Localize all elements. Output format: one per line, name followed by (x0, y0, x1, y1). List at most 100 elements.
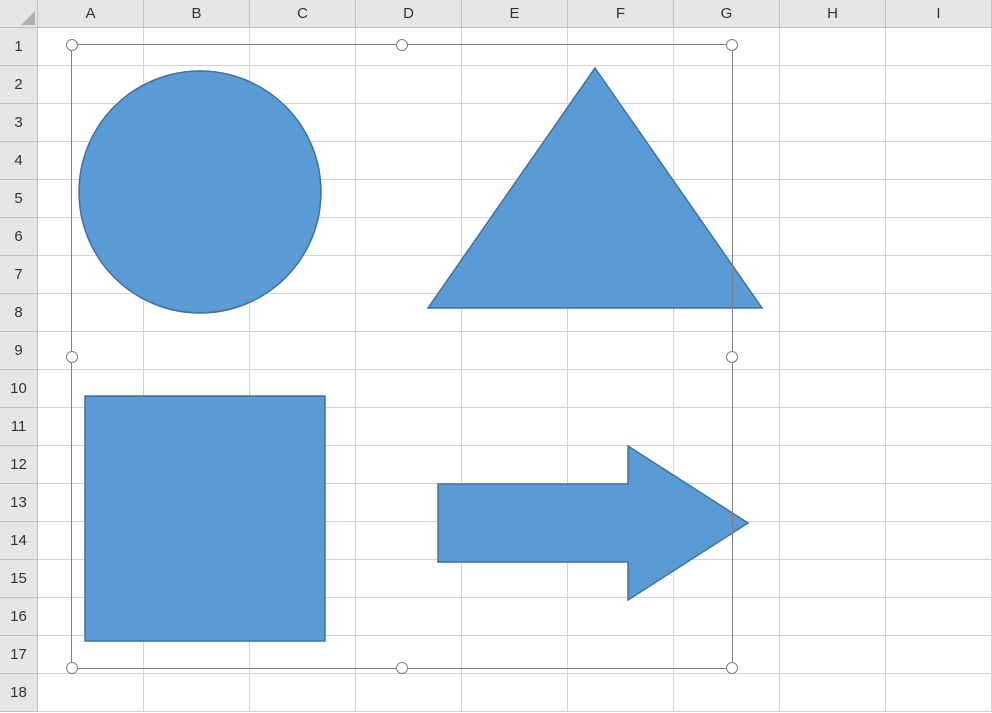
cell[interactable] (38, 636, 144, 674)
cell[interactable] (356, 408, 462, 446)
cell[interactable] (568, 674, 674, 712)
cell[interactable] (568, 66, 674, 104)
cell[interactable] (674, 66, 780, 104)
cell[interactable] (356, 142, 462, 180)
cell[interactable] (462, 180, 568, 218)
cell[interactable] (38, 66, 144, 104)
cell[interactable] (674, 142, 780, 180)
cell[interactable] (356, 636, 462, 674)
cell[interactable] (356, 66, 462, 104)
cell[interactable] (144, 180, 250, 218)
cell[interactable] (38, 28, 144, 66)
cell[interactable] (38, 332, 144, 370)
cell[interactable] (356, 446, 462, 484)
cell[interactable] (886, 66, 992, 104)
cell[interactable] (674, 180, 780, 218)
row-header-6[interactable]: 6 (0, 218, 38, 256)
column-header-b[interactable]: B (144, 0, 250, 28)
cell[interactable] (144, 256, 250, 294)
cell[interactable] (780, 294, 886, 332)
cell[interactable] (356, 484, 462, 522)
cell[interactable] (250, 104, 356, 142)
cell[interactable] (780, 522, 886, 560)
cell[interactable] (568, 446, 674, 484)
cell[interactable] (250, 66, 356, 104)
cell[interactable] (250, 636, 356, 674)
cell[interactable] (462, 370, 568, 408)
cell[interactable] (38, 294, 144, 332)
cell[interactable] (38, 674, 144, 712)
cell[interactable] (886, 104, 992, 142)
column-header-c[interactable]: C (250, 0, 356, 28)
row-header-7[interactable]: 7 (0, 256, 38, 294)
row-header-3[interactable]: 3 (0, 104, 38, 142)
cell[interactable] (462, 408, 568, 446)
cell[interactable] (568, 142, 674, 180)
row-header-4[interactable]: 4 (0, 142, 38, 180)
cell[interactable] (886, 484, 992, 522)
cell[interactable] (356, 294, 462, 332)
cell[interactable] (250, 446, 356, 484)
cell[interactable] (674, 674, 780, 712)
cell[interactable] (780, 332, 886, 370)
cell[interactable] (568, 560, 674, 598)
cell[interactable] (886, 522, 992, 560)
cell[interactable] (462, 446, 568, 484)
cell[interactable] (886, 332, 992, 370)
cell[interactable] (886, 446, 992, 484)
cell[interactable] (886, 142, 992, 180)
cell[interactable] (38, 104, 144, 142)
cell[interactable] (144, 598, 250, 636)
cell[interactable] (144, 674, 250, 712)
row-header-16[interactable]: 16 (0, 598, 38, 636)
cell[interactable] (250, 256, 356, 294)
row-header-12[interactable]: 12 (0, 446, 38, 484)
cell[interactable] (886, 408, 992, 446)
cell[interactable] (780, 256, 886, 294)
cell[interactable] (462, 484, 568, 522)
cell[interactable] (462, 104, 568, 142)
cell[interactable] (780, 104, 886, 142)
cell[interactable] (144, 408, 250, 446)
cell[interactable] (144, 332, 250, 370)
row-header-14[interactable]: 14 (0, 522, 38, 560)
cell[interactable] (568, 636, 674, 674)
cell[interactable] (568, 408, 674, 446)
cell[interactable] (356, 332, 462, 370)
row-header-15[interactable]: 15 (0, 560, 38, 598)
cell[interactable] (780, 636, 886, 674)
cell[interactable] (38, 484, 144, 522)
cell[interactable] (356, 560, 462, 598)
cell[interactable] (568, 256, 674, 294)
cell[interactable] (462, 28, 568, 66)
cell[interactable] (250, 142, 356, 180)
cell[interactable] (780, 484, 886, 522)
cell[interactable] (780, 218, 886, 256)
select-all-corner[interactable] (0, 0, 38, 28)
cell[interactable] (356, 674, 462, 712)
row-header-9[interactable]: 9 (0, 332, 38, 370)
cell[interactable] (356, 104, 462, 142)
cell[interactable] (250, 598, 356, 636)
cell[interactable] (568, 598, 674, 636)
row-header-2[interactable]: 2 (0, 66, 38, 104)
cell[interactable] (568, 180, 674, 218)
cell[interactable] (144, 28, 250, 66)
cell[interactable] (674, 332, 780, 370)
cell[interactable] (674, 484, 780, 522)
cell[interactable] (886, 180, 992, 218)
cell[interactable] (38, 598, 144, 636)
cell[interactable] (886, 674, 992, 712)
row-header-18[interactable]: 18 (0, 674, 38, 712)
cell[interactable] (356, 218, 462, 256)
cell[interactable] (568, 370, 674, 408)
cell[interactable] (250, 28, 356, 66)
cell[interactable] (356, 180, 462, 218)
cell[interactable] (780, 142, 886, 180)
cell[interactable] (250, 522, 356, 560)
column-header-i[interactable]: I (886, 0, 992, 28)
row-header-11[interactable]: 11 (0, 408, 38, 446)
row-header-5[interactable]: 5 (0, 180, 38, 218)
cell[interactable] (38, 180, 144, 218)
cell[interactable] (38, 142, 144, 180)
